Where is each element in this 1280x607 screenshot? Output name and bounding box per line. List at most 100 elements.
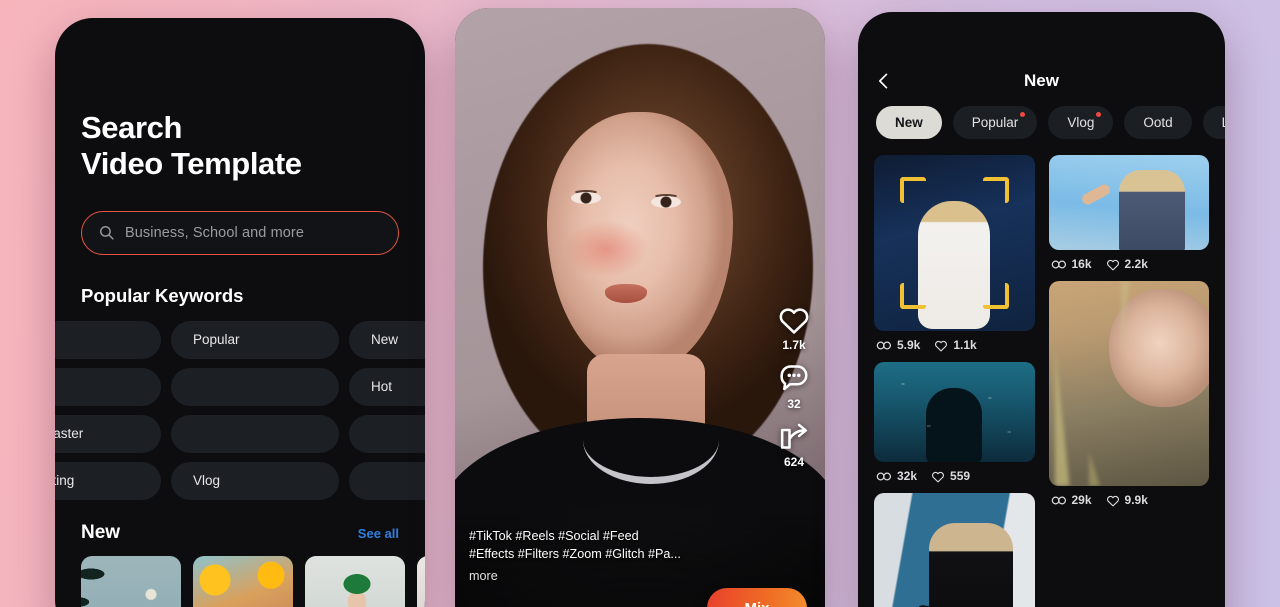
heart-icon [934, 339, 948, 352]
template-card[interactable]: 5.9k 1.1k [874, 155, 1035, 352]
likes-stat: 2.2k [1106, 257, 1148, 271]
card-stats: 16k 2.2k [1049, 250, 1210, 271]
title-line-2: Video Template [81, 146, 302, 182]
keyword-chip[interactable] [349, 414, 425, 453]
share-count: 624 [783, 455, 805, 469]
tab-new[interactable]: New [876, 106, 942, 139]
views-stat: 29k [1051, 493, 1092, 507]
browse-header: New [858, 50, 1225, 112]
tab-label: Ootd [1143, 115, 1173, 130]
card-thumbnail [1048, 281, 1209, 486]
phone-browse-screen: New New Popular Vlog Ootd Labe [858, 12, 1225, 607]
likes-stat: 559 [931, 469, 970, 483]
template-tags: #TikTok #Reels #Social #Feed #Effects #F… [469, 528, 719, 586]
tab-vlog[interactable]: Vlog [1048, 106, 1114, 139]
title-line-1: Search [81, 110, 182, 145]
browse-title: New [1024, 71, 1059, 90]
new-section-header: New See all [81, 522, 399, 544]
template-thumbnail[interactable] [417, 555, 425, 607]
loop-views-icon [1051, 495, 1067, 506]
views-count: 32k [897, 469, 918, 483]
card-thumbnail [1048, 155, 1209, 250]
keyword-chip[interactable] [171, 367, 339, 406]
action-rail: 1.7k 32 624 [777, 304, 811, 469]
tags-line-1: #TikTok #Reels #Social #Feed [469, 529, 639, 544]
template-thumbnail[interactable] [81, 555, 181, 607]
tab-popular[interactable]: Popular [952, 106, 1038, 139]
search-icon [98, 224, 115, 241]
comment-action[interactable]: 32 [777, 362, 811, 411]
tags-line-2: #Effects #Filters #Zoom #Glitch #Pa... [469, 547, 681, 562]
tab-label: New [895, 115, 923, 130]
likes-count: 559 [950, 469, 971, 483]
like-count: 1.7k [782, 338, 806, 352]
views-stat: 5.9k [876, 338, 920, 352]
card-thumbnail [874, 493, 1035, 607]
card-subject [926, 388, 983, 462]
showcase-stage: Search Video Template Business, School a… [0, 0, 1280, 607]
chevron-left-icon[interactable] [874, 71, 894, 91]
keyword-chip[interactable] [55, 320, 161, 359]
card-subject [1119, 170, 1186, 250]
tab-ootd[interactable]: Ootd [1124, 106, 1192, 139]
template-thumbnail[interactable] [193, 555, 293, 607]
phone-player-screen: 1.7k 32 624 #TikTok #Reels #Social #Feed… [455, 8, 825, 607]
template-card[interactable]: 29k 9.9k [1048, 281, 1210, 507]
popular-keywords-heading: Popular Keywords [81, 284, 244, 306]
template-card[interactable]: 32k 559 [874, 362, 1035, 483]
comment-icon [777, 362, 811, 394]
share-icon [777, 421, 811, 452]
model-eye-right [651, 196, 681, 208]
keyword-chip[interactable] [55, 367, 161, 406]
likes-count: 2.2k [1124, 257, 1148, 271]
share-action[interactable]: 624 [777, 421, 811, 469]
loop-views-icon [1051, 259, 1067, 270]
tab-label-partial[interactable]: Labe [1202, 106, 1225, 139]
focus-frame-overlay [900, 177, 1009, 309]
grid-column-right: 16k 2.2k 29k 9.9k [1048, 155, 1210, 607]
template-card[interactable] [874, 493, 1035, 607]
keyword-chip-kinemaster[interactable]: KineMaster [55, 414, 161, 453]
tab-label: Vlog [1067, 115, 1095, 130]
keyword-chip-hot[interactable]: Hot [349, 367, 425, 406]
views-stat: 16k [1051, 257, 1092, 271]
heart-icon [777, 304, 811, 335]
new-template-thumbnails [81, 555, 425, 607]
search-placeholder: Business, School and more [125, 224, 305, 241]
likes-count: 9.9k [1124, 493, 1148, 507]
more-link[interactable]: more [469, 568, 719, 586]
grid-column-left: 5.9k 1.1k 32k 559 [874, 155, 1035, 607]
keyword-chip-vlog[interactable]: Vlog [171, 461, 339, 500]
template-grid: 5.9k 1.1k 32k 559 16k 2.2k 29k 9.9k [858, 155, 1225, 607]
likes-stat: 1.1k [934, 338, 977, 352]
keyword-chip-popular[interactable]: Popular [171, 320, 339, 359]
card-stats: 29k 9.9k [1049, 486, 1210, 507]
search-input[interactable]: Business, School and more [81, 210, 399, 255]
new-badge-dot [1096, 112, 1102, 117]
tab-label: Popular [971, 115, 1019, 130]
template-card[interactable]: 16k 2.2k [1048, 155, 1210, 271]
page-title: Search Video Template [81, 110, 399, 183]
card-thumbnail [874, 155, 1035, 331]
phone-search-screen: Search Video Template Business, School a… [55, 18, 425, 607]
card-stats: 5.9k 1.1k [874, 331, 1035, 352]
new-badge-dot [1020, 112, 1026, 117]
card-subject-arm [1079, 182, 1112, 207]
keyword-chip-new[interactable]: New [349, 320, 425, 359]
card-stats: 32k 559 [874, 462, 1035, 483]
mix-button[interactable]: Mix [707, 588, 807, 607]
keyword-chip-list: Popular New Hot KineMaster Marketing Vlo… [55, 320, 425, 500]
card-subject [928, 523, 1013, 607]
model-blush [563, 220, 649, 278]
keyword-chip-marketing[interactable]: Marketing [55, 461, 161, 500]
keyword-chip[interactable] [349, 461, 425, 500]
views-count: 5.9k [897, 338, 921, 352]
see-all-link[interactable]: See all [358, 526, 399, 541]
views-count: 29k [1071, 493, 1092, 507]
template-thumbnail[interactable] [305, 555, 405, 607]
card-thumbnail [874, 362, 1035, 462]
new-section-title: New [81, 521, 121, 543]
like-action[interactable]: 1.7k [777, 304, 811, 352]
loop-views-icon [876, 471, 892, 482]
keyword-chip[interactable] [171, 414, 339, 453]
